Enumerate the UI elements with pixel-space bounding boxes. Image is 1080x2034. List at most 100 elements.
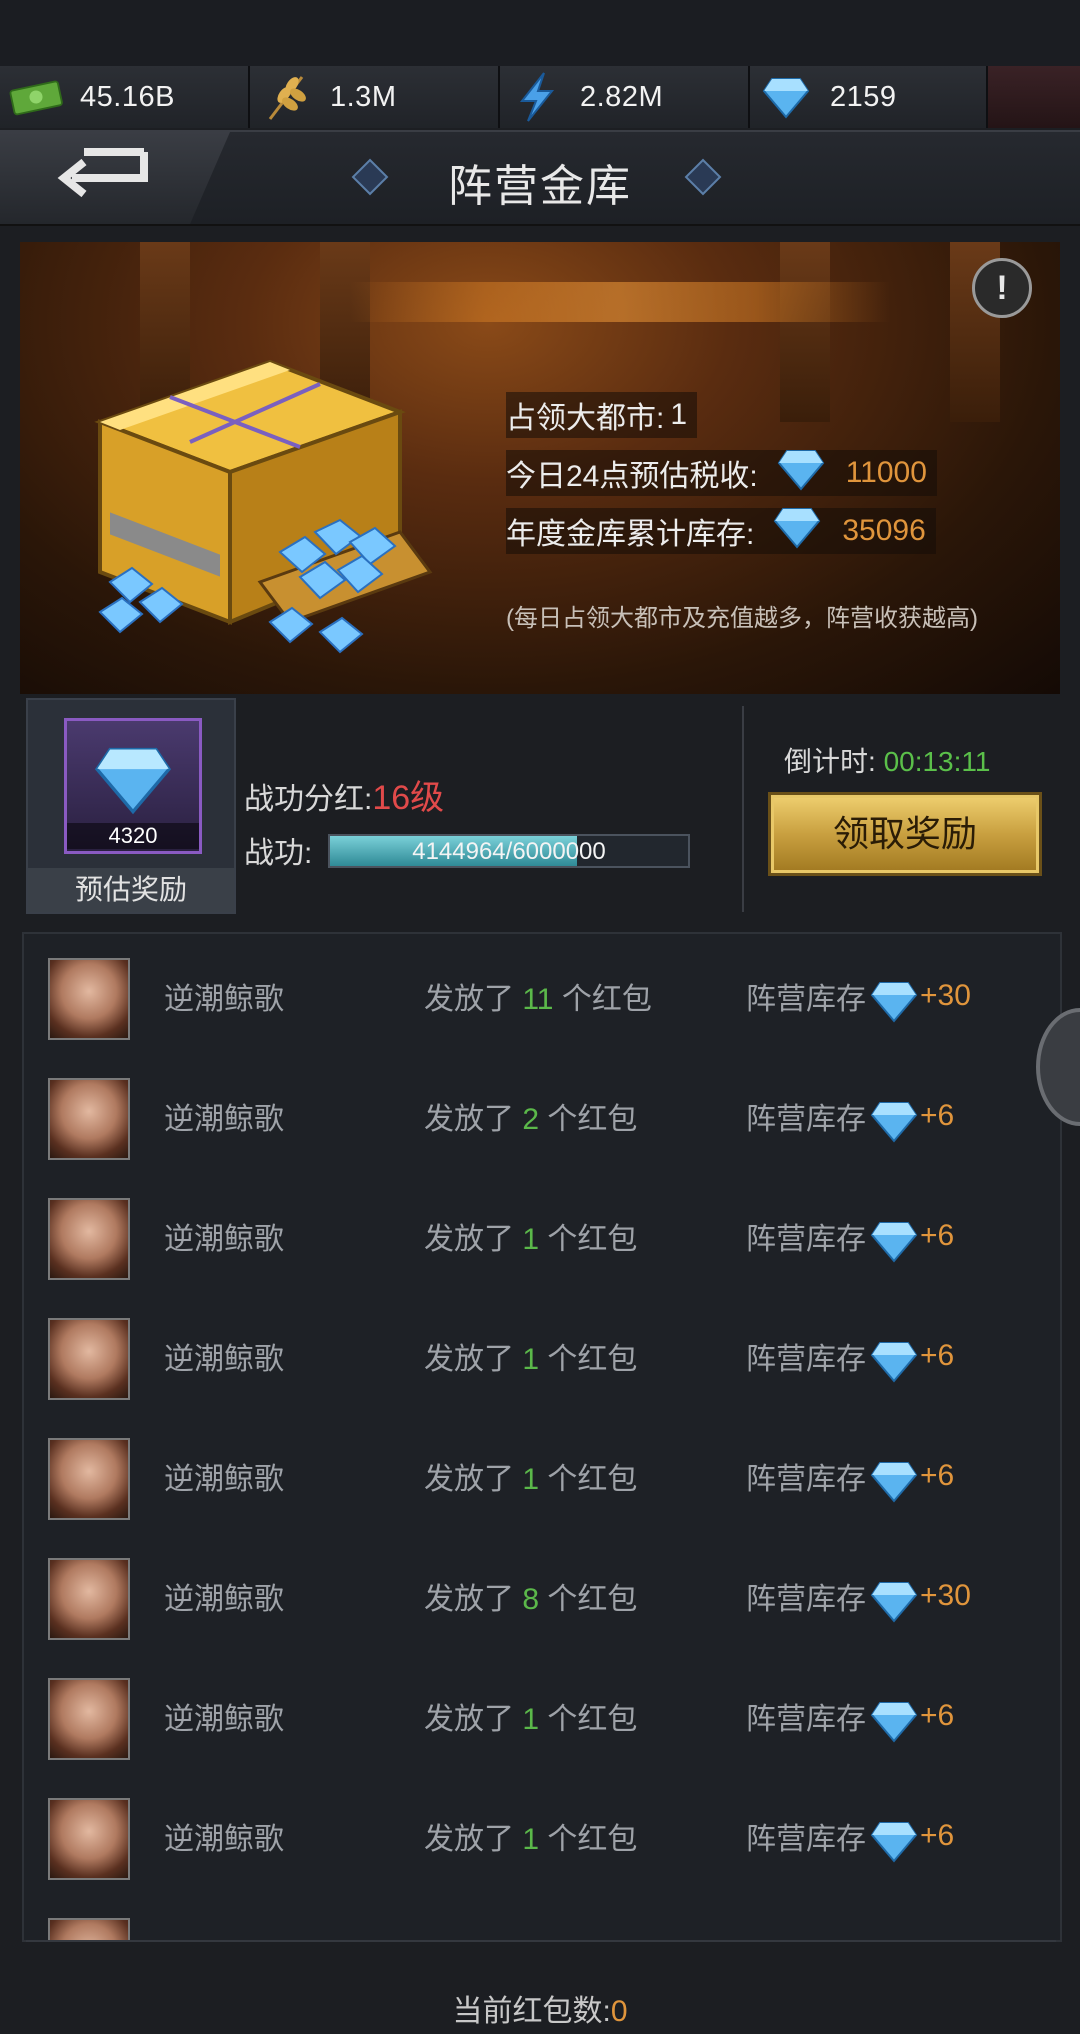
action-post: 个红包 bbox=[547, 1583, 638, 1616]
bg-light-beam bbox=[350, 282, 890, 322]
action-pre: 发放了 bbox=[424, 1703, 514, 1736]
stock-label: 阵营库存 bbox=[746, 1463, 866, 1496]
resource-diamond[interactable]: 2159 bbox=[750, 66, 988, 128]
red-packet-value: 0 bbox=[610, 1995, 628, 2028]
stock-amount: +6 bbox=[920, 1459, 955, 1492]
treasury-note: (每日占领大都市及充值越多，阵营收获越高) bbox=[506, 605, 978, 632]
player-name: 逆潮鲸歌 bbox=[164, 983, 284, 1016]
countdown: 倒计时: 00:13:11 bbox=[784, 740, 990, 780]
treasury-banner: ! 占领大都市: 1 今日24点预估税收: 11000 年度金库累计库存: 35… bbox=[20, 242, 1060, 694]
stock-change: 阵营库存 +6 bbox=[746, 1694, 955, 1743]
cities-label: 占领大都市: bbox=[506, 402, 665, 435]
stock-amount: +6 bbox=[920, 1819, 955, 1852]
packet-count: 1 bbox=[522, 1703, 540, 1736]
avatar[interactable] bbox=[48, 1438, 130, 1520]
estimated-reward[interactable]: 4320 预估奖励 bbox=[26, 698, 236, 914]
stock-label: 阵营库存 bbox=[746, 1223, 866, 1256]
avatar[interactable] bbox=[48, 1198, 130, 1280]
claim-reward-button[interactable]: 领取奖励 bbox=[768, 792, 1042, 876]
energy-value: 2.82M bbox=[580, 80, 664, 113]
red-packet-label: 当前红包数: bbox=[452, 1995, 611, 2028]
action-post: 个红包 bbox=[547, 1343, 638, 1376]
list-item: 逆潮鲸歌 发放了 1 个红包 阵营库存 +6 bbox=[24, 1294, 1060, 1414]
action-pre: 发放了 bbox=[424, 1583, 514, 1616]
packet-count: 1 bbox=[522, 1223, 540, 1256]
resource-food[interactable]: 1.3M bbox=[250, 66, 500, 128]
diamond-icon bbox=[870, 1099, 918, 1143]
countdown-label: 倒计时: bbox=[784, 746, 876, 777]
dividend-label: 战功分红: bbox=[244, 783, 373, 816]
cities-line: 占领大都市: 1 bbox=[506, 392, 698, 438]
stock-change: 阵营库存 +30 bbox=[746, 1574, 971, 1623]
player-name: 逆潮鲸歌 bbox=[164, 1103, 284, 1136]
diamond-icon bbox=[870, 1459, 918, 1503]
list-item: 逆潮鲸歌 发放了 1 个红包 阵营库存 +6 bbox=[24, 1774, 1060, 1894]
diamond-icon bbox=[870, 1819, 918, 1863]
action-text: 发放了 1 个红包 bbox=[424, 1454, 637, 1498]
action-post: 个红包 bbox=[561, 983, 652, 1016]
stock-label: 阵营库存 bbox=[746, 1103, 866, 1136]
avatar[interactable] bbox=[48, 1678, 130, 1760]
action-text: 发放了 11 个红包 bbox=[424, 974, 652, 1018]
donation-log-list[interactable]: 逆潮鲸歌 发放了 11 个红包 阵营库存 +30 逆潮鲸歌 发放了 2 个红包 阵营库存 +6… bbox=[22, 932, 1062, 1942]
stock-amount: +30 bbox=[920, 979, 971, 1012]
diamond-icon bbox=[870, 1699, 918, 1743]
diamond-icon bbox=[94, 747, 172, 815]
diamond-icon bbox=[870, 1219, 918, 1263]
info-button[interactable]: ! bbox=[972, 258, 1032, 318]
footer-divider bbox=[26, 1940, 1056, 1942]
stock-amount: +6 bbox=[920, 1099, 955, 1132]
action-post: 个红包 bbox=[547, 1463, 638, 1496]
player-name: 逆潮鲸歌 bbox=[164, 1223, 284, 1256]
stock-amount: +6 bbox=[920, 1219, 955, 1252]
action-pre: 发放了 bbox=[424, 983, 514, 1016]
action-post: 个红包 bbox=[547, 1823, 638, 1856]
wheat-icon bbox=[258, 69, 314, 125]
player-name: 逆潮鲸歌 bbox=[164, 1583, 284, 1616]
avatar[interactable] bbox=[48, 1798, 130, 1880]
action-post: 个红包 bbox=[547, 1103, 638, 1136]
action-post: 个红包 bbox=[547, 1703, 638, 1736]
resource-extra[interactable] bbox=[988, 66, 1080, 128]
avatar[interactable] bbox=[48, 1558, 130, 1640]
action-pre: 发放了 bbox=[424, 1103, 514, 1136]
cash-value: 45.16B bbox=[80, 80, 175, 113]
list-item-partial bbox=[24, 1894, 1060, 1940]
player-name: 逆潮鲸歌 bbox=[164, 1463, 284, 1496]
action-text: 发放了 8 个红包 bbox=[424, 1574, 637, 1618]
stock-amount: +6 bbox=[920, 1699, 955, 1732]
stock-line: 年度金库累计库存: 35096 bbox=[506, 508, 936, 554]
resource-cash[interactable]: 45.16B bbox=[0, 66, 250, 128]
red-packet-count: 当前红包数:0 bbox=[0, 1986, 1080, 2030]
player-name: 逆潮鲸歌 bbox=[164, 1823, 284, 1856]
diamond-icon bbox=[870, 1579, 918, 1623]
diamond-icon bbox=[772, 505, 822, 557]
lightning-icon bbox=[508, 69, 564, 125]
stock-label: 阵营库存 bbox=[746, 983, 866, 1016]
packet-count: 2 bbox=[522, 1103, 540, 1136]
stock-value: 35096 bbox=[842, 514, 926, 547]
dividend-level: 16级 bbox=[372, 779, 445, 817]
merit-label: 战功: bbox=[244, 837, 313, 870]
stock-label: 阵营库存 bbox=[746, 1703, 866, 1736]
avatar bbox=[48, 1918, 130, 1940]
stock-label: 阵营库存 bbox=[746, 1343, 866, 1376]
stock-change: 阵营库存 +6 bbox=[746, 1214, 955, 1263]
avatar[interactable] bbox=[48, 1318, 130, 1400]
diamond-icon bbox=[870, 979, 918, 1023]
action-pre: 发放了 bbox=[424, 1823, 514, 1856]
page-title: 阵营金库 bbox=[448, 162, 632, 211]
action-text: 发放了 1 个红包 bbox=[424, 1814, 637, 1858]
exclamation-icon: ! bbox=[996, 269, 1008, 307]
action-pre: 发放了 bbox=[424, 1343, 514, 1376]
title-bar: 阵营金库 bbox=[0, 130, 1080, 226]
diamond-icon bbox=[758, 69, 814, 125]
avatar[interactable] bbox=[48, 958, 130, 1040]
status-bar bbox=[0, 0, 1080, 66]
stock-amount: +6 bbox=[920, 1339, 955, 1372]
reward-gem-count: 4320 bbox=[67, 823, 199, 849]
resource-energy[interactable]: 2.82M bbox=[500, 66, 750, 128]
avatar[interactable] bbox=[48, 1078, 130, 1160]
tax-value: 11000 bbox=[845, 456, 927, 489]
reward-gem-slot: 4320 bbox=[64, 718, 202, 854]
